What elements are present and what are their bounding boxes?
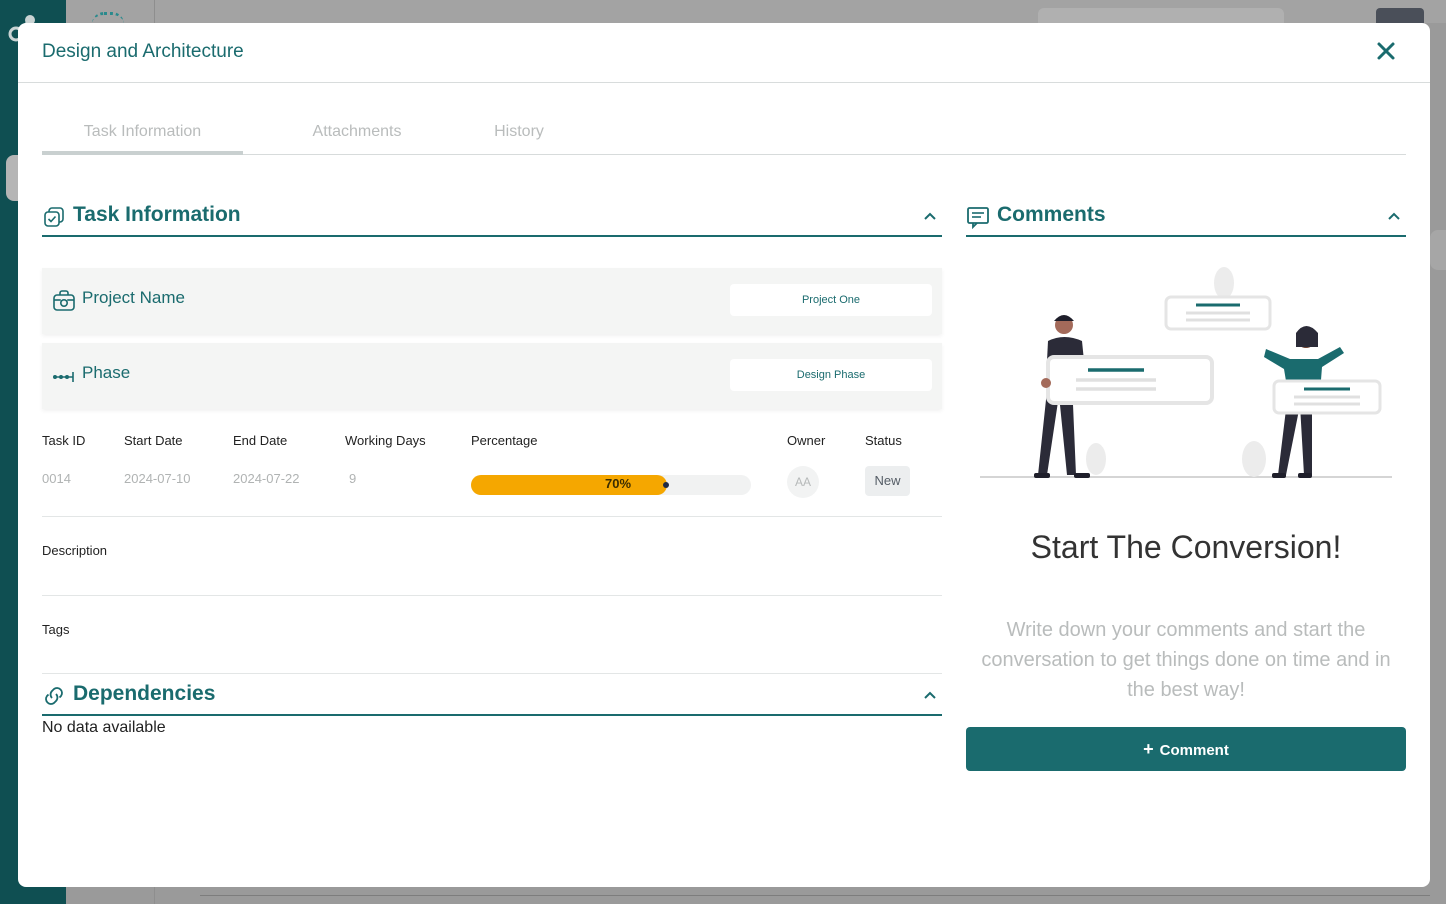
task-information-header: Task Information: [42, 199, 942, 237]
project-briefcase-icon: [53, 290, 75, 311]
chevron-up-icon[interactable]: [923, 688, 937, 702]
phase-timeline-icon: [53, 372, 74, 382]
progress-text: 70%: [605, 476, 632, 491]
conversation-illustration: [980, 267, 1392, 478]
project-name-label: Project Name: [82, 288, 185, 307]
tab-attachments[interactable]: Attachments: [292, 117, 422, 155]
background-scroll-handle: [1430, 230, 1446, 270]
divider: [42, 516, 942, 517]
progress-handle: [663, 482, 669, 488]
comments-icon: [967, 207, 989, 229]
comments-empty-title: Start The Conversion!: [1030, 529, 1342, 565]
col-start-date: Start Date: [124, 433, 183, 448]
divider: [42, 673, 942, 674]
end-date-value: 2024-07-22: [233, 471, 300, 486]
background-divider-bottom: [200, 895, 1430, 896]
modal-title: Design and Architecture: [42, 41, 244, 62]
status-badge[interactable]: New: [865, 466, 910, 496]
chevron-up-icon[interactable]: [1387, 209, 1401, 223]
col-task-id: Task ID: [42, 433, 86, 448]
plus-icon: +: [1143, 739, 1154, 759]
close-icon[interactable]: [1374, 39, 1398, 63]
comments-title: Comments: [997, 203, 1106, 226]
start-date-value: 2024-07-10: [124, 471, 191, 486]
divider: [42, 595, 942, 596]
project-name-row: Project Name Project One: [42, 268, 942, 334]
phase-label: Phase: [82, 363, 131, 382]
task-modal: Design and Architecture Task Information…: [18, 23, 1430, 887]
tags-label: Tags: [42, 622, 70, 637]
add-comment-button[interactable]: + Comment: [966, 727, 1406, 771]
dependencies-empty: No data available: [42, 719, 166, 736]
tab-bar: Task Information Attachments History: [42, 117, 1406, 155]
phase-row: Phase Design Phase: [42, 343, 942, 409]
background-avatar: [1376, 8, 1424, 24]
tab-history[interactable]: History: [482, 117, 556, 155]
task-id-value: 0014: [42, 471, 71, 486]
owner-avatar[interactable]: AA: [787, 466, 819, 498]
progress-fill: [471, 475, 667, 495]
task-check-icon: [44, 207, 64, 227]
dependencies-title: Dependencies: [73, 682, 216, 705]
project-name-value: Project One: [730, 284, 932, 316]
comments-empty-text: Write down your comments and start the c…: [981, 619, 1391, 701]
tab-task-information[interactable]: Task Information: [42, 117, 243, 155]
col-end-date: End Date: [233, 433, 288, 448]
comments-header: Comments: [966, 199, 1406, 237]
working-days-value: 9: [349, 471, 357, 486]
modal-header: Design and Architecture: [18, 23, 1430, 83]
task-information-title: Task Information: [73, 203, 241, 226]
dependencies-header: Dependencies: [42, 678, 942, 716]
col-percentage: Percentage: [471, 433, 538, 448]
description-label: Description: [42, 543, 108, 558]
link-icon: [45, 687, 63, 705]
background-search: [1038, 8, 1284, 24]
percentage-progress-bar: 70%: [471, 475, 751, 495]
add-comment-label: Comment: [1159, 742, 1229, 759]
col-working-days: Working Days: [345, 433, 426, 448]
col-status: Status: [865, 433, 902, 448]
phase-value: Design Phase: [730, 359, 932, 391]
col-owner: Owner: [787, 433, 826, 448]
chevron-up-icon[interactable]: [923, 209, 937, 223]
